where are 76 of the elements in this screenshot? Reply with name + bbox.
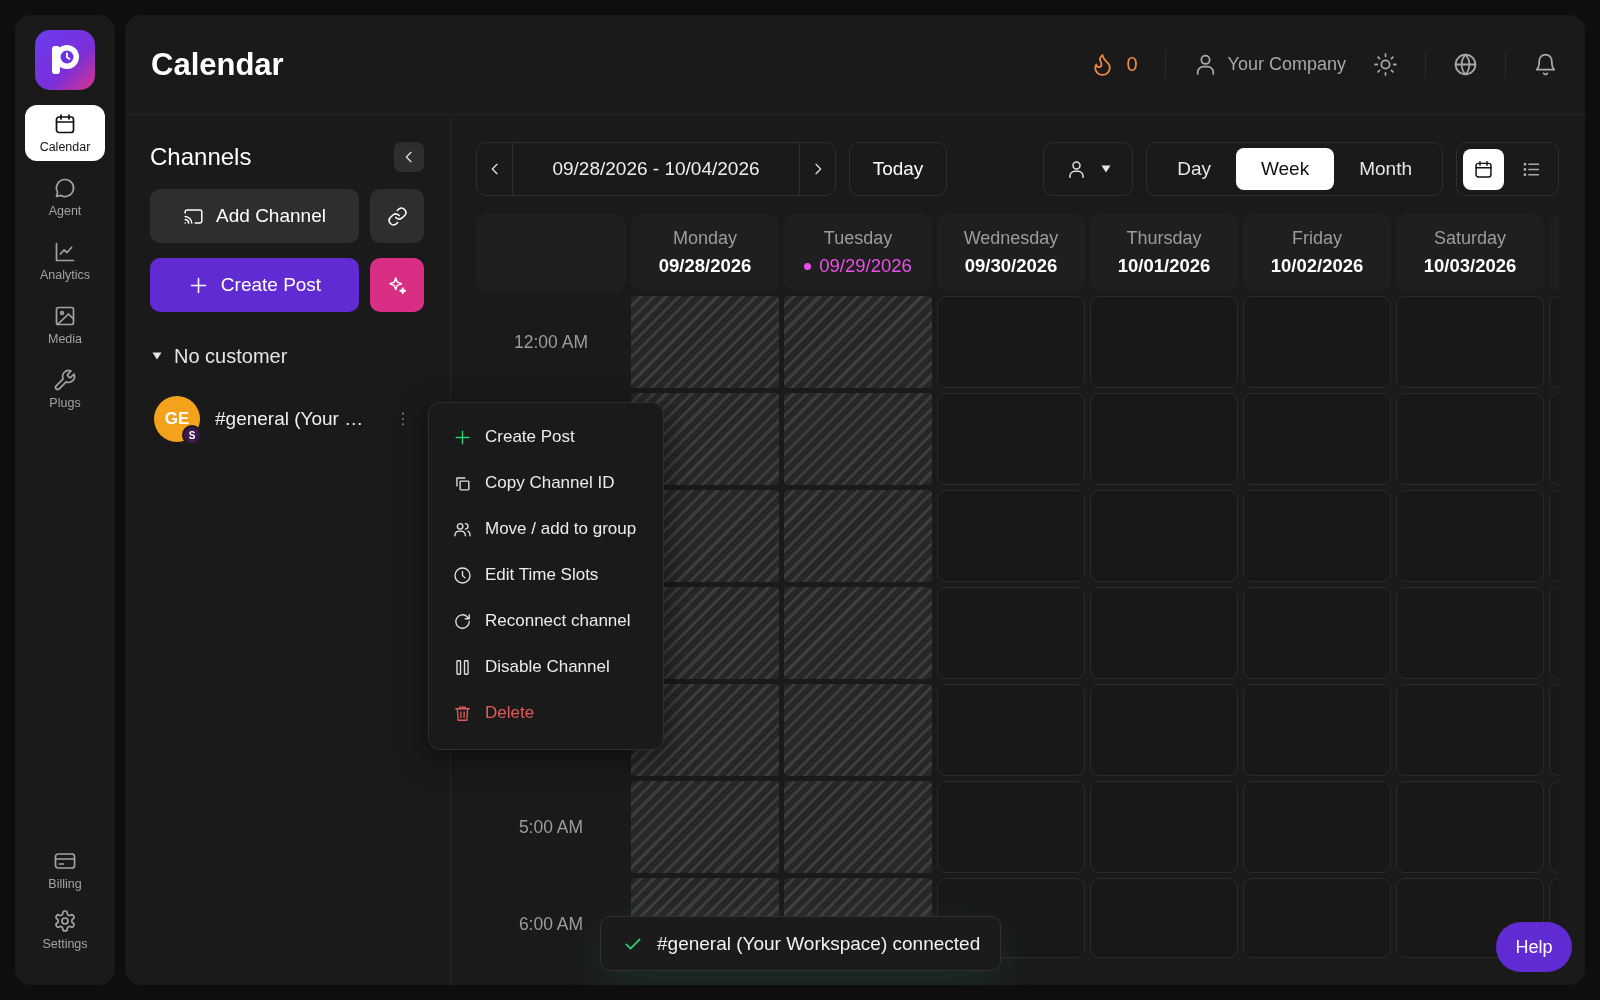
day-date: 09/28/2026 <box>658 255 752 277</box>
nav-item[interactable]: Settings <box>25 904 105 956</box>
wrench-icon <box>53 368 77 392</box>
nav-item[interactable]: Analytics <box>25 233 105 289</box>
calendar-icon <box>1473 159 1494 180</box>
company-button[interactable]: Your Company <box>1192 52 1346 77</box>
channels-title: Channels <box>150 143 252 171</box>
layout-toggle[interactable] <box>1463 149 1504 190</box>
toast-message: #general (Your Workspace) connected <box>657 932 981 955</box>
customer-filter[interactable] <box>1043 142 1134 196</box>
link-button[interactable] <box>370 189 424 243</box>
trash-icon <box>453 703 472 723</box>
nav-item[interactable]: Agent <box>25 169 105 225</box>
time-label: 12:00 AM <box>514 332 588 352</box>
menu-item[interactable]: Move / add to group <box>429 506 663 552</box>
menu-item[interactable]: Reconnect channel <box>429 598 663 644</box>
clock-icon <box>453 565 472 585</box>
view-tab[interactable]: Day <box>1152 148 1236 190</box>
menu-item[interactable]: Edit Time Slots <box>429 552 663 598</box>
chat-bubble-icon <box>53 176 77 200</box>
nav-item[interactable]: Media <box>25 297 105 353</box>
day-header[interactable]: Thursday 10/01/2026 <box>1090 214 1238 291</box>
bell-icon[interactable] <box>1533 52 1558 77</box>
day-date: 09/30/2026 <box>964 255 1058 277</box>
platform-badge: S <box>182 425 202 445</box>
image-icon <box>53 304 77 328</box>
day-name: Friday <box>1292 228 1342 249</box>
day-name: Saturday <box>1433 228 1506 249</box>
page-title: Calendar <box>151 46 284 83</box>
nav-item[interactable]: Billing <box>25 844 105 896</box>
globe-icon[interactable] <box>1453 52 1478 77</box>
day-header[interactable]: Wednesday 09/30/2026 <box>937 214 1085 291</box>
view-tab[interactable]: Month <box>1334 148 1437 190</box>
day-date: 10/03/2026 <box>1423 255 1517 277</box>
sparkle-button[interactable] <box>370 258 424 312</box>
today-dot-icon <box>804 262 812 270</box>
day-header[interactable]: Saturday 10/03/2026 <box>1396 214 1544 291</box>
day-name: Thursday <box>1126 228 1202 249</box>
pause-icon <box>453 657 472 677</box>
day-name: Tuesday <box>823 228 893 249</box>
create-post-button[interactable]: Create Post <box>150 258 359 312</box>
caret-icon <box>1100 165 1111 173</box>
day-name: Monday <box>672 228 737 249</box>
plus-icon <box>453 427 472 447</box>
help-button[interactable]: Help <box>1496 922 1572 972</box>
day-header[interactable]: Monday 09/28/2026 <box>631 214 779 291</box>
time-label: 6:00 AM <box>518 914 584 934</box>
add-channel-button[interactable]: Add Channel <box>150 189 359 243</box>
logo-icon[interactable] <box>35 30 95 90</box>
refresh-icon <box>453 611 472 631</box>
menu-item[interactable]: Copy Channel ID <box>429 460 663 506</box>
view-tab[interactable]: Week <box>1235 148 1335 190</box>
sparkle-icon <box>386 274 408 296</box>
line-chart-icon <box>53 240 77 264</box>
channel-name[interactable]: #general (Your … <box>215 408 364 430</box>
day-date: 10/02/2026 <box>1270 255 1364 277</box>
day-date: 10/01/2026 <box>1117 255 1211 277</box>
link-icon <box>386 205 408 227</box>
sun-icon[interactable] <box>1373 52 1398 77</box>
streak-count: 0 <box>1126 53 1138 76</box>
date-range[interactable]: 09/28/2026 - 10/04/2026 <box>513 143 799 195</box>
today-button[interactable]: Today <box>849 142 947 196</box>
day-header[interactable]: Tuesday 09/29/2026 <box>784 214 932 291</box>
menu-item[interactable]: Delete <box>429 690 663 736</box>
group-toggle[interactable]: No customer <box>150 344 288 368</box>
menu-item[interactable]: Create Post <box>429 414 663 460</box>
time-label: 5:00 AM <box>518 817 584 837</box>
day-date: 09/29/2026 <box>819 255 912 277</box>
calendar-icon <box>53 112 77 136</box>
nav-item[interactable]: Calendar <box>25 105 105 161</box>
day-name: Wednesday <box>963 228 1059 249</box>
day-header[interactable]: Friday 10/02/2026 <box>1243 214 1391 291</box>
menu-item[interactable]: Disable Channel <box>429 644 663 690</box>
nav-item[interactable]: Plugs <box>25 361 105 417</box>
collapse-button[interactable] <box>394 142 424 172</box>
settings-icon <box>53 909 77 933</box>
